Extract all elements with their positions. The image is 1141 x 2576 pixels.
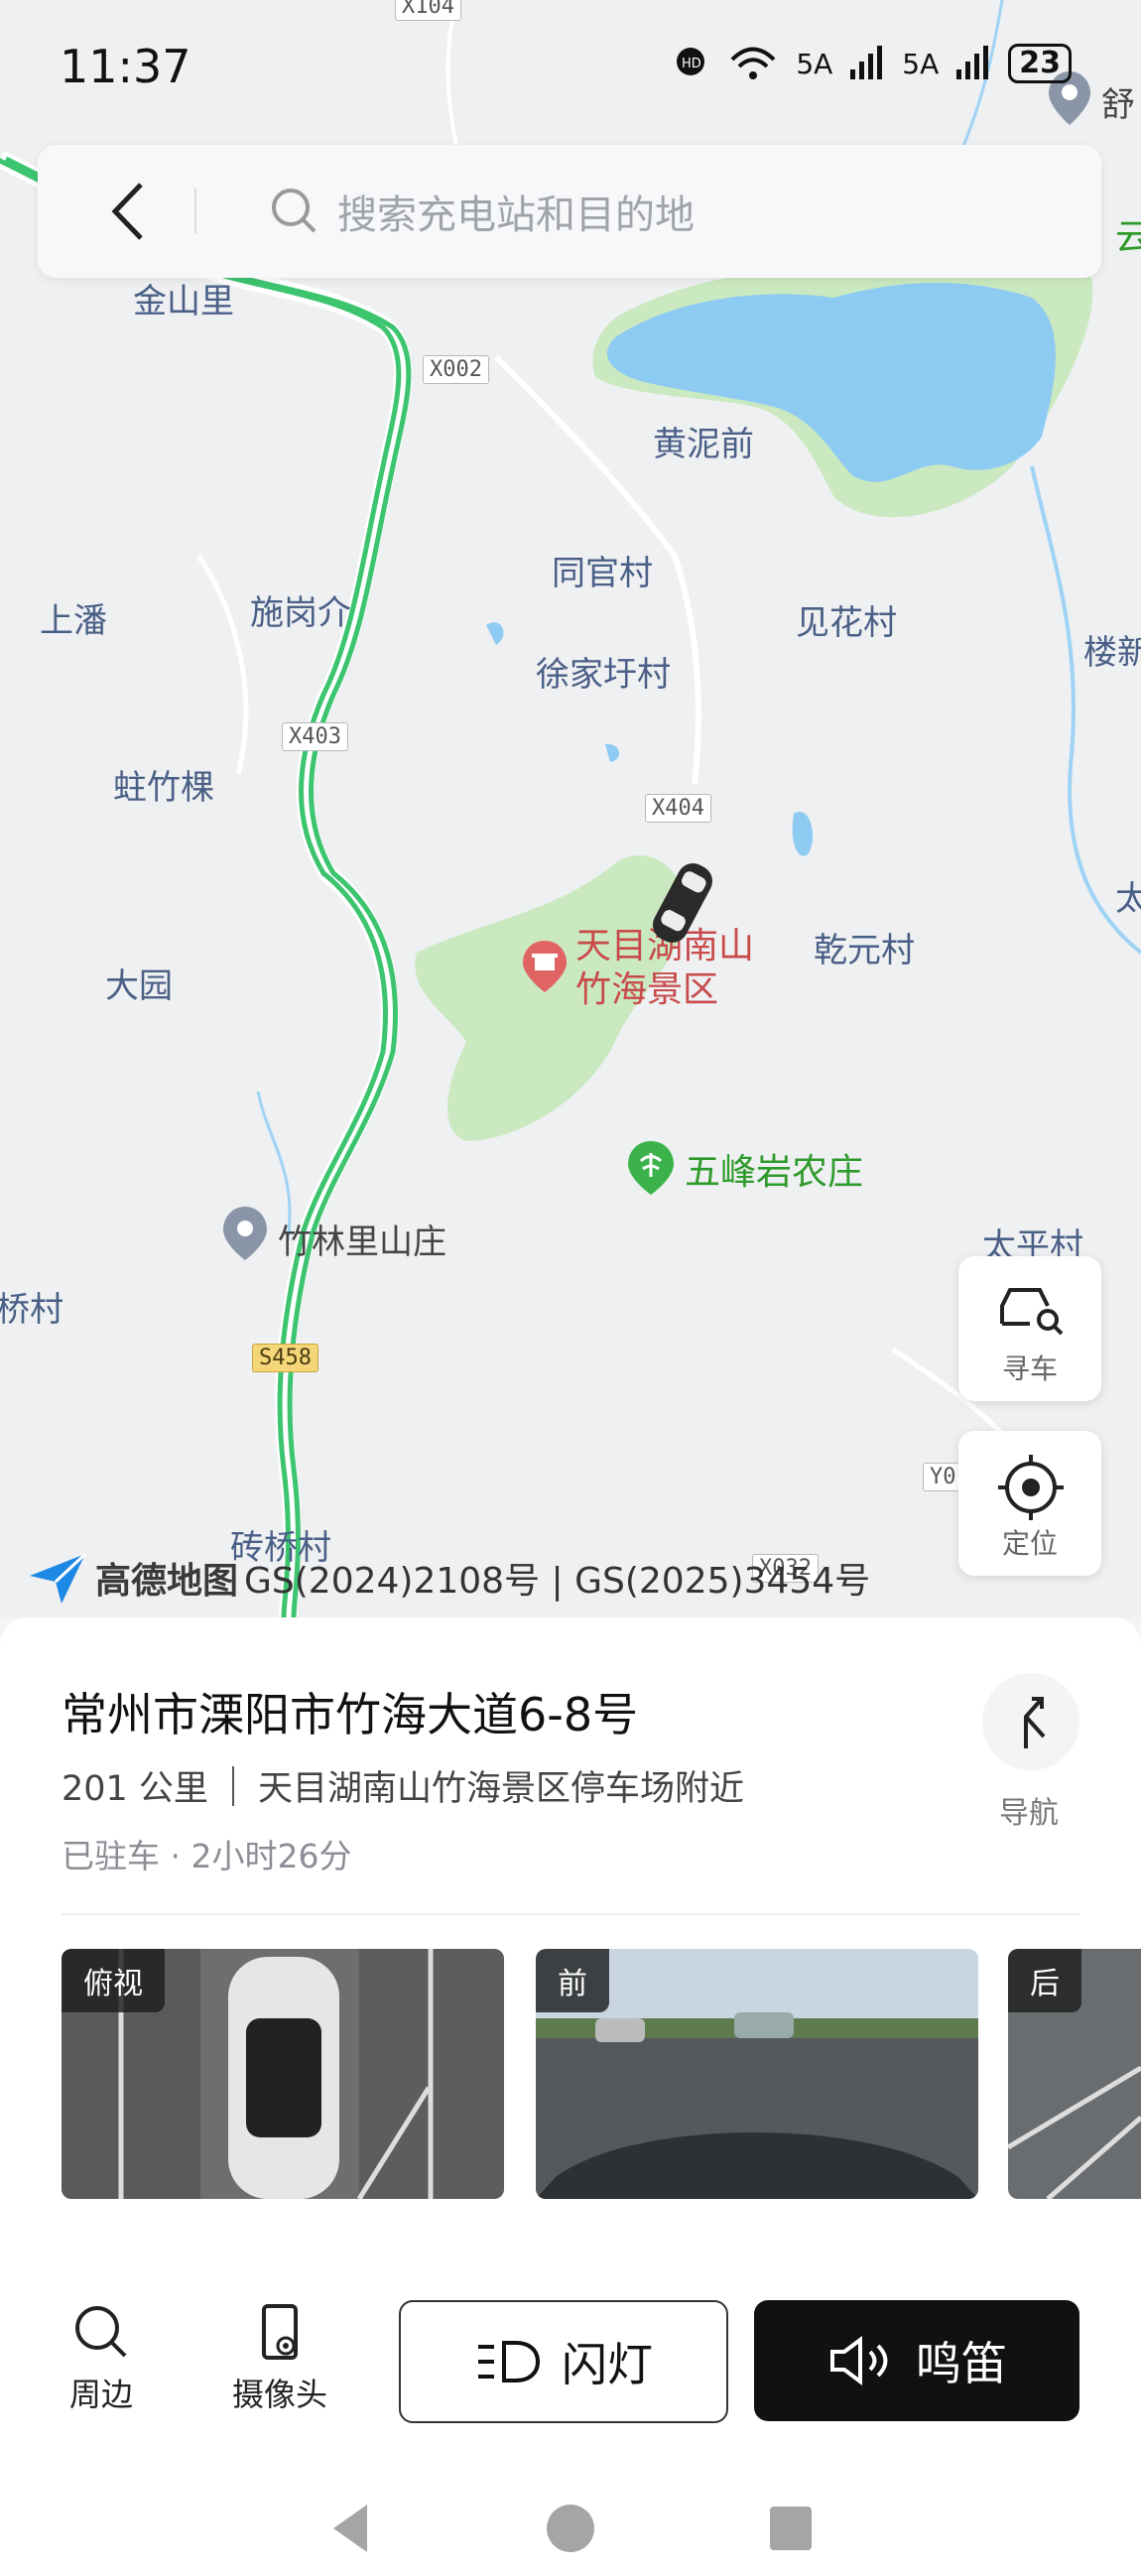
inn-pin-icon[interactable] <box>220 1205 270 1262</box>
locate-button[interactable]: 定位 <box>958 1431 1101 1576</box>
horn-speaker-icon <box>830 2336 888 2385</box>
navigate-label: 导航 <box>999 1796 1059 1831</box>
scenic-pin-icon[interactable] <box>520 939 570 994</box>
honk-button[interactable]: 鸣笛 <box>754 2300 1079 2421</box>
back-arrow-icon[interactable] <box>101 179 161 244</box>
panel-divider <box>62 1913 1079 1915</box>
find-car-label: 寻车 <box>1001 1352 1058 1385</box>
vehicle-meta: 201 公里 天目湖南山竹海景区停车场附近 <box>62 1760 744 1811</box>
headlight-icon <box>478 2341 541 2383</box>
signal1-label: 5A <box>796 47 833 80</box>
camera-tag-rear: 后 <box>1008 1949 1081 2012</box>
locate-icon <box>998 1455 1064 1520</box>
flash-lights-button[interactable]: 闪灯 <box>399 2300 728 2423</box>
camera-tag-front: 前 <box>536 1949 609 2012</box>
camera-button[interactable]: 摄像头 <box>230 2302 329 2415</box>
road-label-s458: S458 <box>252 1344 318 1372</box>
attribution-license: GS(2024)2108号 | GS(2025)3454号 <box>244 1561 871 1602</box>
search-icon <box>272 189 317 233</box>
vehicle-info-panel: 常州市溧阳市竹海大道6-8号 201 公里 天目湖南山竹海景区停车场附近 已驻车… <box>0 1617 1141 2576</box>
attribution-brand: 高德地图 <box>95 1561 239 1602</box>
system-recents-icon[interactable] <box>766 2501 816 2556</box>
road-label-y0: Y0 <box>923 1463 963 1491</box>
camera-thumb-top[interactable]: 俯视 <box>62 1949 504 2199</box>
find-car-button[interactable]: 寻车 <box>958 1256 1101 1401</box>
place-jianhuacun: 见花村 <box>796 603 897 643</box>
farm-pin-icon[interactable] <box>625 1139 677 1197</box>
place-yun: 云 <box>1115 217 1141 258</box>
place-tongguancun: 同官村 <box>552 554 653 593</box>
amap-logo-icon <box>30 1552 87 1604</box>
nearby-search-icon <box>75 2306 127 2358</box>
inn-name[interactable]: 竹林里山庄 <box>278 1215 446 1263</box>
search-bar[interactable]: 搜索充电站和目的地 <box>38 145 1101 278</box>
camera-tag-top: 俯视 <box>62 1949 165 2012</box>
status-time: 11:37 <box>60 40 191 93</box>
parked-duration: 已驻车 · 2小时26分 <box>62 1837 352 1875</box>
car-location-icon[interactable] <box>643 853 722 953</box>
nearby-label: 周边 <box>68 2376 133 2413</box>
vehicle-distance: 201 公里 <box>62 1769 208 1809</box>
locate-label: 定位 <box>1001 1527 1058 1560</box>
place-qianyuancun: 乾元村 <box>814 931 915 970</box>
road-label-x404: X404 <box>645 794 711 823</box>
place-huangniqian: 黄泥前 <box>653 425 754 464</box>
svg-text:HD: HD <box>682 57 701 71</box>
meta-separator <box>231 1765 234 1806</box>
find-car-icon <box>1000 1288 1064 1336</box>
place-shangpan: 上潘 <box>40 601 107 641</box>
vehicle-nearby: 天目湖南山竹海景区停车场附近 <box>257 1769 744 1809</box>
camera-label: 摄像头 <box>231 2376 327 2413</box>
place-xujiaqiancun: 徐家圩村 <box>536 655 671 695</box>
phone-camera-icon <box>262 2304 298 2360</box>
flash-label: 闪灯 <box>562 2338 653 2391</box>
wifi-icon <box>730 47 776 79</box>
place-jinshanli: 金山里 <box>133 282 234 322</box>
search-divider <box>194 189 196 234</box>
farm-name[interactable]: 五峰岩农庄 <box>685 1143 863 1195</box>
signal-bars-icon-2 <box>956 46 989 79</box>
hd-location-icon: HD <box>677 48 705 75</box>
map-attribution: 高德地图 GS(2024)2108号 | GS(2025)3454号 <box>26 1550 870 1606</box>
system-back-icon[interactable] <box>327 2501 377 2556</box>
search-input[interactable]: 搜索充电站和目的地 <box>337 183 695 240</box>
place-tai: 太 <box>1115 879 1141 919</box>
place-dayuan: 大园 <box>105 966 173 1006</box>
camera-thumb-rear[interactable]: 后 <box>1008 1949 1141 2199</box>
signal-bars-icon <box>850 46 883 79</box>
navigate-button[interactable] <box>982 1673 1079 1770</box>
system-home-icon[interactable] <box>546 2501 595 2556</box>
horn-label: 鸣笛 <box>916 2337 1007 2390</box>
signal2-label: 5A <box>902 47 940 80</box>
place-louxin: 楼新 <box>1083 633 1141 673</box>
navigate-arrow-icon <box>1024 1697 1046 1748</box>
road-label-x403: X403 <box>282 722 348 751</box>
status-bar: 11:37 HD 5A 5A 23 <box>0 0 1141 139</box>
nearby-button[interactable]: 周边 <box>62 2302 141 2415</box>
place-shanggangjie: 施岗介 <box>250 593 351 633</box>
vehicle-address: 常州市溧阳市竹海大道6-8号 <box>62 1688 639 1741</box>
road-label-x002: X002 <box>423 355 489 384</box>
battery-indicator: 23 <box>1008 44 1072 83</box>
place-qiaocun: 桥村 <box>0 1290 63 1330</box>
camera-thumb-front[interactable]: 前 <box>536 1949 978 2199</box>
scenic-name-line2[interactable]: 竹海景区 <box>575 968 718 1012</box>
place-zhuzhuke: 蛀竹棵 <box>113 768 214 808</box>
